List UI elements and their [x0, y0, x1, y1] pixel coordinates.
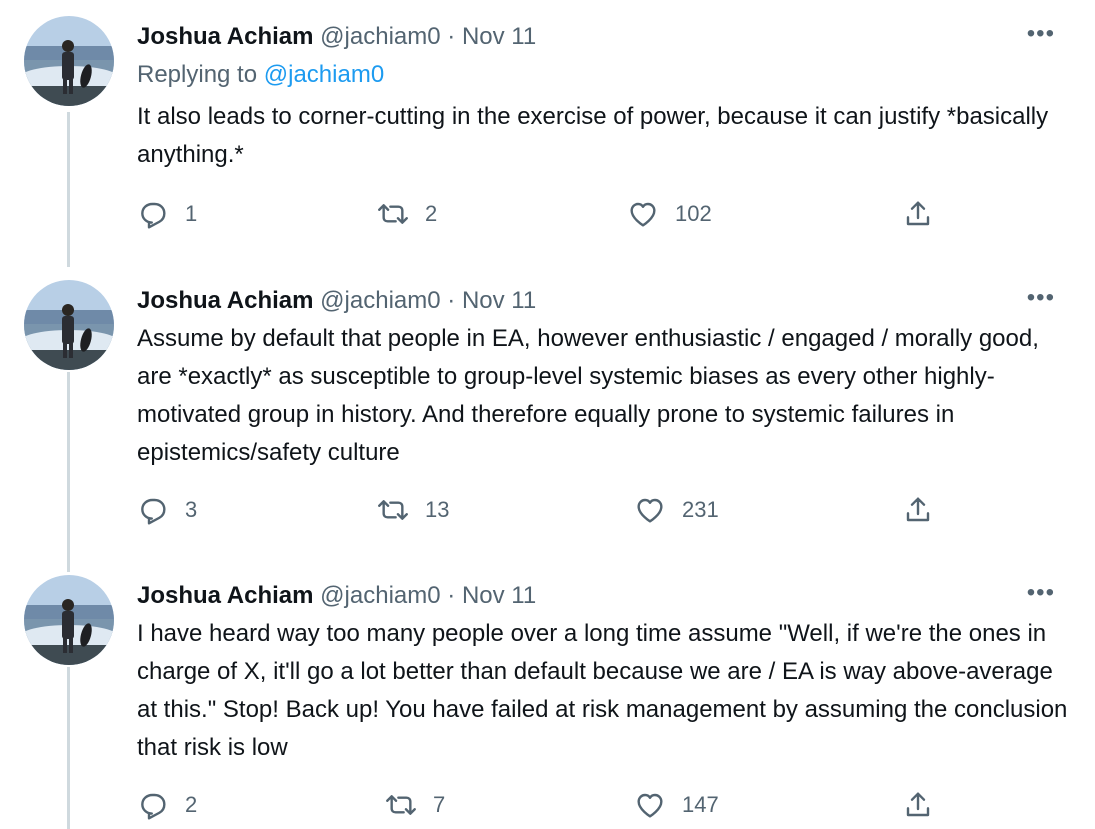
author-name[interactable]: Joshua Achiam	[137, 287, 314, 314]
share-button[interactable]	[902, 789, 934, 821]
separator: ·	[447, 23, 456, 50]
reply-count: 2	[185, 792, 198, 817]
share-icon	[906, 497, 930, 522]
reply-button[interactable]: 3	[137, 494, 197, 526]
more-icon[interactable]: •••	[1027, 579, 1055, 607]
replying-to-label: Replying to	[137, 61, 258, 88]
retweet-icon	[386, 795, 416, 815]
tweet-actions: 2 7 147	[137, 789, 937, 825]
tweet-header: Joshua Achiam @jachiam0 · Nov 11	[137, 581, 536, 611]
author-handle[interactable]: @jachiam0	[320, 23, 440, 50]
tweet-text: Assume by default that people in EA, how…	[137, 325, 1039, 466]
separator: ·	[447, 287, 456, 314]
reply-icon	[141, 498, 166, 525]
author-name[interactable]: Joshua Achiam	[137, 23, 314, 50]
reply-icon	[141, 202, 166, 229]
retweet-icon	[378, 500, 408, 520]
reply-button[interactable]: 2	[137, 789, 197, 821]
tweet[interactable]: Joshua Achiam @jachiam0 · Nov 11 ••• Rep…	[0, 16, 1095, 256]
tweet-header: Joshua Achiam @jachiam0 · Nov 11	[137, 22, 536, 52]
author-handle[interactable]: @jachiam0	[320, 287, 440, 314]
replying-to-handle[interactable]: @jachiam0	[264, 61, 384, 88]
retweet-button[interactable]: 13	[377, 494, 449, 526]
retweet-button[interactable]: 2	[377, 198, 437, 230]
reply-icon	[141, 793, 166, 820]
share-icon	[906, 792, 930, 817]
tweet-date[interactable]: Nov 11	[462, 582, 536, 609]
separator: ·	[447, 582, 456, 609]
tweet-date[interactable]: Nov 11	[462, 287, 536, 314]
like-count: 102	[675, 201, 712, 226]
like-icon	[637, 793, 663, 818]
like-button[interactable]: 147	[634, 789, 719, 821]
like-count: 231	[682, 497, 719, 522]
like-icon	[630, 202, 656, 227]
share-button[interactable]	[902, 198, 934, 230]
tweet-actions: 1 2 102	[137, 198, 937, 234]
avatar[interactable]	[24, 280, 114, 370]
tweet[interactable]: Joshua Achiam @jachiam0 · Nov 11 ••• Ass…	[0, 280, 1095, 550]
more-icon[interactable]: •••	[1027, 20, 1055, 48]
author-name[interactable]: Joshua Achiam	[137, 582, 314, 609]
retweet-count: 13	[425, 497, 450, 522]
avatar[interactable]	[24, 575, 114, 665]
retweet-button[interactable]: 7	[385, 789, 445, 821]
share-button[interactable]	[902, 494, 934, 526]
tweet-date[interactable]: Nov 11	[462, 23, 536, 50]
reply-button[interactable]: 1	[137, 198, 197, 230]
like-count: 147	[682, 792, 719, 817]
replying-to: Replying to @jachiam0	[137, 60, 384, 90]
like-button[interactable]: 231	[634, 494, 719, 526]
like-button[interactable]: 102	[627, 198, 712, 230]
tweet[interactable]: Joshua Achiam @jachiam0 · Nov 11 ••• I h…	[0, 575, 1095, 829]
more-icon[interactable]: •••	[1027, 284, 1055, 312]
author-handle[interactable]: @jachiam0	[320, 582, 440, 609]
tweet-header: Joshua Achiam @jachiam0 · Nov 11	[137, 286, 536, 316]
tweet-text: It also leads to corner-cutting in the e…	[137, 103, 1049, 168]
tweet-actions: 3 13 231	[137, 494, 937, 530]
reply-count: 1	[185, 201, 198, 226]
reply-count: 3	[185, 497, 198, 522]
retweet-count: 2	[425, 201, 438, 226]
tweet-text: I have heard way too many people over a …	[137, 620, 1068, 761]
retweet-icon	[378, 204, 408, 224]
retweet-count: 7	[433, 792, 446, 817]
share-icon	[906, 201, 930, 226]
like-icon	[637, 498, 663, 523]
avatar[interactable]	[24, 16, 114, 106]
